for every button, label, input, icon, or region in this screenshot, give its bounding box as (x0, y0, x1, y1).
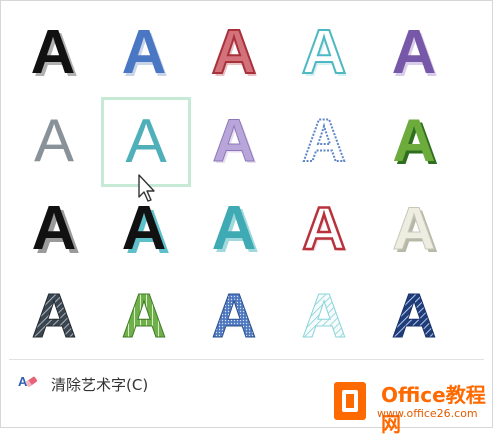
svg-text:A: A (31, 18, 76, 87)
svg-text:A: A (125, 107, 167, 176)
svg-text:A: A (212, 18, 257, 87)
clear-wordart-menu-item[interactable]: A 清除艺术字(C) (17, 369, 148, 399)
svg-text:A: A (212, 107, 255, 174)
svg-text:A: A (302, 282, 347, 350)
wordart-style-15[interactable]: A A (373, 187, 457, 271)
wordart-style-16[interactable]: A (13, 273, 97, 357)
svg-text:A: A (212, 194, 257, 263)
svg-text:A: A (212, 282, 257, 350)
svg-text:A: A (302, 18, 347, 87)
svg-text:A: A (392, 282, 437, 350)
svg-text:A: A (122, 194, 167, 263)
wordart-style-14[interactable]: A A (283, 187, 367, 271)
wordart-style-11[interactable]: A A (13, 187, 97, 271)
wordart-style-10[interactable]: A A (373, 99, 457, 183)
office-logo-icon (334, 382, 366, 420)
wordart-gallery: A A A A A A A A A A A A A A A A A A A A … (0, 0, 493, 436)
watermark: Office教程网 www.office26.com (331, 377, 489, 436)
wordart-style-8[interactable]: A A (193, 99, 277, 183)
clear-wordart-label: 清除艺术字(C) (51, 375, 149, 394)
wordart-style-3[interactable]: A A (193, 11, 277, 95)
wordart-style-9[interactable]: A (283, 99, 367, 183)
wordart-style-1[interactable]: A A (13, 11, 97, 95)
wordart-style-18[interactable]: A (193, 273, 277, 357)
watermark-url: www.office26.com (377, 407, 478, 420)
svg-text:A: A (392, 18, 437, 87)
svg-text:A: A (392, 107, 435, 174)
wordart-style-6[interactable]: A (13, 99, 97, 183)
svg-text:A: A (302, 107, 345, 174)
wordart-style-17[interactable]: A (103, 273, 187, 357)
menu-divider (9, 359, 484, 360)
svg-text:A: A (122, 282, 167, 350)
eraser-icon: A (17, 372, 39, 396)
wordart-style-2[interactable]: A A (103, 11, 187, 95)
wordart-style-5[interactable]: A A (373, 11, 457, 95)
wordart-style-12[interactable]: A A (103, 187, 187, 271)
svg-text:A: A (32, 194, 77, 263)
wordart-style-20[interactable]: A (373, 273, 457, 357)
wordart-style-13[interactable]: A A (193, 187, 277, 271)
wordart-style-4[interactable]: A A (283, 11, 367, 95)
svg-text:A: A (392, 195, 435, 262)
wordart-style-19[interactable]: A (283, 273, 367, 357)
svg-text:A: A (122, 18, 167, 87)
svg-text:A: A (302, 195, 345, 262)
wordart-style-7[interactable]: A (101, 97, 191, 187)
svg-text:A: A (34, 107, 74, 174)
svg-text:A: A (32, 282, 77, 350)
